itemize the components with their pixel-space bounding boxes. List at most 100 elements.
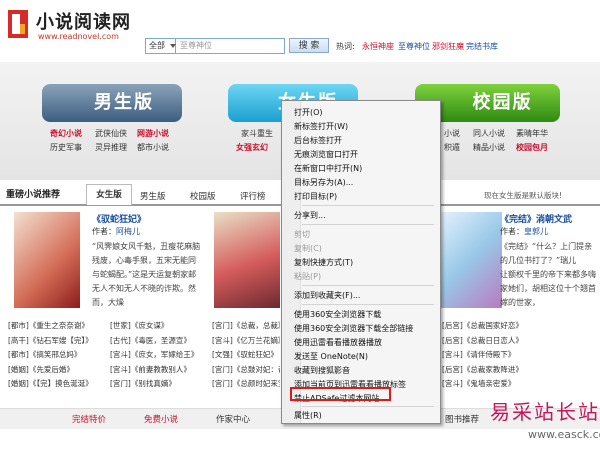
menu-item-open-new-tab[interactable]: 新标签打开(W): [294, 121, 348, 132]
menu-separator: [302, 304, 434, 305]
watermark-url: www.easck.com: [528, 428, 600, 441]
hot-words-label: 热词:: [336, 42, 355, 51]
menu-item-save-target[interactable]: 目标另存为(A)...: [294, 177, 353, 188]
list-item[interactable]: [婚姻]《【完】摸色涎涎》: [8, 377, 93, 392]
book-list: [世家]《庶女谋》 [古代]《毒医，圣源宣》 [宫斗]《庶女，军嫁给王》 [宫斗…: [110, 319, 198, 392]
search-box: 全部 至尊神位: [145, 38, 285, 54]
list-item[interactable]: [宫门]《别找真嫡》: [110, 377, 198, 392]
hot-word-link[interactable]: 邪剑狂魔: [432, 41, 464, 52]
list-item[interactable]: [古代]《毒医，圣源宣》: [110, 334, 198, 349]
book-title[interactable]: 《驭蛇狂妃》: [92, 212, 146, 225]
menu-item-share[interactable]: 分享到...: [294, 210, 326, 221]
list-item[interactable]: [宫斗]《庶女，军嫁给王》: [110, 348, 198, 363]
list-item[interactable]: [宫门]《总颜时妃来宝》: [212, 377, 280, 392]
menu-item-properties[interactable]: 属性(R): [294, 410, 322, 421]
hot-word-link[interactable]: 完结书库: [466, 41, 498, 52]
book-list: [宫门]《总裁，总裁》 [宫斗]《亿万兰花嫡》 [文强]《驭蛇狂妃》 [宫门]《…: [212, 319, 280, 392]
menu-item-copy-shortcut[interactable]: 复制快捷方式(T): [294, 257, 353, 268]
menu-item-open-new-window[interactable]: 在新窗口中打开(N): [294, 163, 362, 174]
list-item[interactable]: [高干]《钻石军嫂【完】》: [8, 334, 93, 349]
category-link[interactable]: 都市小说: [137, 142, 169, 153]
desc-line: 而，大燥: [92, 298, 124, 307]
hot-word-link[interactable]: 至尊神位: [398, 41, 430, 52]
menu-item-cut: 剪切: [294, 230, 310, 239]
category-link[interactable]: 校园包月: [516, 142, 548, 153]
category-link[interactable]: 武侠仙侠: [95, 128, 127, 139]
footer-link[interactable]: 免费小说: [144, 413, 178, 425]
menu-item-print-target[interactable]: 打印目标(P): [294, 191, 337, 202]
book-description: 《完结》“什么？上门提亲 的几位书打了？”瑞儿 让额权千里的帝下来都多嗨 家她们…: [500, 240, 598, 310]
author-name[interactable]: 阿梅儿: [116, 227, 140, 236]
footer-link[interactable]: 完结特价: [72, 413, 106, 425]
tab-boys[interactable]: 男生版: [140, 190, 166, 202]
list-item[interactable]: [世家]《庶女谋》: [110, 319, 198, 334]
tab-girls[interactable]: 女生版: [86, 184, 132, 205]
menu-item-send-onenote[interactable]: 发送至 OneNote(N): [294, 351, 368, 362]
list-item[interactable]: [宫门]《总裁，总裁》: [212, 319, 280, 334]
list-item[interactable]: [都市]《搞笑邢总妈》: [8, 348, 93, 363]
search-input[interactable]: 至尊神位: [180, 39, 212, 53]
highlight-box: [290, 387, 391, 401]
category-link[interactable]: 精品小说: [473, 142, 505, 153]
menu-item-360-download[interactable]: 使用360安全浏览器下载: [294, 309, 381, 320]
list-item[interactable]: [宫斗]《请伴侍殿下》: [442, 348, 598, 363]
desc-line: 无人不知无人不晓的诈欺。然: [92, 284, 196, 293]
book-description: “风霁娘女风千魁，丑瘦花麻脑 残废，心毒手狠，五宋无能同 与蛇蝎配。”这是天运复…: [92, 240, 200, 310]
desc-line: 的几位书打了？”瑞儿: [500, 256, 577, 265]
menu-item-add-favorites[interactable]: 添加到收藏夹(F)...: [294, 290, 360, 301]
menu-item-open-background-tab[interactable]: 后台标签打开: [294, 135, 342, 146]
desc-line: 《完结》“什么？上门提亲: [500, 242, 593, 251]
desc-line: 家她们，胡相这位十个翘首: [500, 284, 596, 293]
list-item[interactable]: [宫斗]《前妻教教别人》: [110, 363, 198, 378]
menu-item-360-download-all[interactable]: 使用360安全浏览器下载全部链接: [294, 323, 413, 334]
logo-icon[interactable]: [8, 10, 28, 38]
book-title[interactable]: 《完结》淌朝文武: [500, 212, 572, 225]
tab-school[interactable]: 校园版: [190, 190, 216, 202]
category-link[interactable]: 积遁: [444, 142, 460, 153]
search-button[interactable]: 搜 索: [289, 38, 329, 53]
list-item[interactable]: [后宫]《总裁家教降进》: [442, 363, 598, 378]
author-name[interactable]: 皇郭儿: [524, 227, 548, 236]
list-item[interactable]: [婚姻]《先爱后婚》: [8, 363, 93, 378]
menu-separator: [302, 285, 434, 286]
category-link[interactable]: 灵异推理: [95, 142, 127, 153]
menu-item-open[interactable]: 打开(O): [294, 107, 323, 118]
category-link[interactable]: 女强玄幻: [236, 142, 268, 153]
category-link[interactable]: 同人小说: [473, 128, 505, 139]
menu-item-open-private[interactable]: 无痕浏览窗口打开: [294, 149, 358, 160]
menu-item-copy: 复制(C): [294, 244, 322, 253]
category-link[interactable]: 素晴年华: [516, 128, 548, 139]
list-item[interactable]: [宫斗]《亿万兰花嫡》: [212, 334, 280, 349]
menu-item-sohu-video[interactable]: 收藏到搜狐影音: [294, 365, 350, 376]
author-label: 作者：: [500, 227, 524, 236]
list-item[interactable]: [宫门]《总鼓对妃：奇皇》: [212, 363, 280, 378]
category-link[interactable]: 历史军事: [50, 142, 82, 153]
book-cover[interactable]: [436, 212, 502, 308]
tab-ranking[interactable]: 评行榜: [240, 190, 266, 202]
section-title: 重磅小说推荐: [6, 190, 61, 200]
list-item[interactable]: [后宫]《总裁日日恋人》: [442, 334, 598, 349]
hot-word-link[interactable]: 永恒神座: [362, 41, 394, 52]
desc-line: 让额权千里的帝下来都多嗨: [500, 270, 596, 279]
category-link[interactable]: 网游小说: [137, 128, 169, 139]
logo-url: www.readnovel.com: [38, 32, 119, 41]
boys-channel-button[interactable]: 男生版: [42, 84, 182, 122]
logo-text[interactable]: 小说阅读网: [36, 8, 131, 34]
category-link[interactable]: 小说: [444, 128, 460, 139]
list-item[interactable]: [宫斗]《鬼墙亲密爱》: [442, 377, 598, 392]
menu-separator: [302, 224, 434, 225]
book-cover[interactable]: [214, 212, 280, 308]
footer-link[interactable]: 作家中心: [216, 413, 250, 425]
book-cover[interactable]: [14, 212, 80, 308]
list-item[interactable]: [都市]《重生之奈奈谢》: [8, 319, 93, 334]
context-menu: 打开(O) 新标签打开(W) 后台标签打开 无痕浏览窗口打开 在新窗口中打开(N…: [281, 100, 441, 424]
list-item[interactable]: [后宫]《总裁国家好恋》: [442, 319, 598, 334]
category-link[interactable]: 家斗重生: [241, 128, 273, 139]
list-item[interactable]: [文强]《驭蛇狂妃》: [212, 348, 280, 363]
category-link[interactable]: 奇幻小说: [50, 128, 82, 139]
footer-link[interactable]: 图书推荐: [445, 413, 479, 425]
menu-item-paste: 粘贴(P): [294, 272, 322, 281]
school-channel-label: 校园版: [472, 92, 533, 113]
menu-item-xunlei-play[interactable]: 使用迅雷看看播放器播放: [294, 337, 382, 348]
desc-line: 与蛇蝎配。”这是天运复朝家邮: [92, 270, 197, 279]
